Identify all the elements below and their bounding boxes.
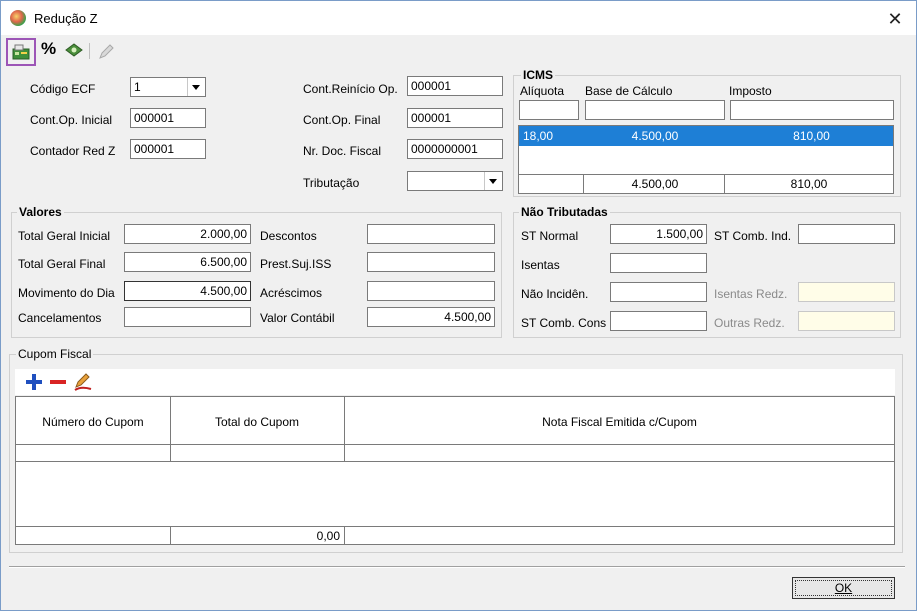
icms-row-aliquota: 18,00	[523, 129, 554, 143]
toolbar: %	[1, 35, 916, 67]
tributacao-select[interactable]	[407, 171, 503, 191]
st-normal-label: ST Normal	[521, 229, 579, 243]
movimento-dia-label: Movimento do Dia	[18, 286, 115, 300]
edit-icon	[74, 373, 92, 391]
add-icon	[26, 374, 42, 390]
window-title: Redução Z	[34, 11, 98, 26]
st-comb-ind-field[interactable]	[798, 224, 895, 244]
outras-redz-label: Outras Redz.	[714, 316, 785, 330]
cancelamentos-field[interactable]	[124, 307, 251, 327]
valor-contabil-field[interactable]: 4.500,00	[367, 307, 495, 327]
table-row[interactable]	[16, 445, 894, 461]
reducao-z-window: Redução Z ✕ % Código ECF 1 Cont.Op. Inic…	[0, 0, 917, 611]
icms-aliquota-input[interactable]	[519, 100, 579, 120]
bottom-divider-highlight	[9, 567, 905, 568]
icms-imposto-input[interactable]	[730, 100, 894, 120]
title-bar: Redução Z ✕	[1, 1, 916, 35]
cupom-footer-total: 0,00	[316, 529, 340, 543]
icms-table: 18,00 4.500,00 810,00 4.500,00 810,00	[518, 125, 894, 194]
st-comb-cons-field[interactable]	[610, 311, 707, 331]
valor-contabil-label: Valor Contábil	[260, 311, 335, 325]
nao-tributadas-title: Não Tributadas	[519, 205, 610, 219]
icms-row-base: 4.500,00	[631, 129, 679, 143]
icms-total-imposto: 810,00	[790, 177, 828, 191]
descontos-label: Descontos	[260, 229, 317, 243]
cont-op-final-label: Cont.Op. Final	[303, 113, 381, 127]
nao-incid-label: Não Incidên.	[521, 287, 589, 301]
movimento-dia-field[interactable]: 4.500,00	[124, 281, 251, 301]
cupom-col-numero[interactable]: Número do Cupom	[16, 415, 170, 429]
st-comb-ind-label: ST Comb. Ind.	[714, 229, 792, 243]
isentas-label: Isentas	[521, 258, 560, 272]
money-button[interactable]	[64, 43, 84, 59]
cont-op-inicial-field[interactable]: 000001	[130, 108, 206, 128]
cupom-col-nota[interactable]: Nota Fiscal Emitida c/Cupom	[345, 415, 894, 429]
cont-op-inicial-label: Cont.Op. Inicial	[30, 113, 113, 127]
isentas-redz-label: Isentas Redz.	[714, 287, 788, 301]
icms-footer-line	[519, 174, 893, 175]
cupom-row-line	[16, 461, 894, 462]
cancelamentos-label: Cancelamentos	[18, 311, 102, 325]
toolbar-separator	[89, 43, 90, 59]
isentas-redz-field	[798, 282, 895, 302]
st-normal-field[interactable]: 1.500,00	[610, 224, 707, 244]
acrescimos-label: Acréscimos	[260, 286, 323, 300]
acrescimos-field[interactable]	[367, 281, 495, 301]
codigo-ecf-value: 1	[134, 80, 141, 94]
chevron-down-icon[interactable]	[484, 172, 502, 190]
app-icon	[10, 10, 26, 26]
icms-col-imposto: Imposto	[729, 84, 772, 98]
cupom-fiscal-title: Cupom Fiscal	[16, 347, 94, 361]
remove-cupom-button[interactable]	[49, 373, 67, 391]
cont-reinicio-field[interactable]: 000001	[407, 76, 503, 96]
codigo-ecf-label: Código ECF	[30, 82, 96, 96]
cupom-col-total[interactable]: Total do Cupom	[170, 415, 344, 429]
cash-register-button[interactable]	[6, 38, 36, 66]
cash-register-icon	[12, 44, 30, 60]
prest-suj-iss-label: Prest.Suj.ISS	[260, 257, 332, 271]
total-geral-inicial-field[interactable]: 2.000,00	[124, 224, 251, 244]
chevron-down-icon[interactable]	[187, 78, 205, 96]
total-geral-final-field[interactable]: 6.500,00	[124, 252, 251, 272]
icms-table-row-selected[interactable]: 18,00 4.500,00 810,00	[519, 126, 893, 146]
cont-reinicio-label: Cont.Reinício Op.	[303, 82, 398, 96]
cupom-toolbar	[15, 369, 895, 395]
cupom-table: Número do Cupom Total do Cupom Nota Fisc…	[15, 396, 895, 545]
pencil-icon	[99, 44, 114, 59]
money-icon	[65, 43, 83, 57]
tributacao-label: Tributação	[303, 176, 360, 190]
icms-title: ICMS	[521, 68, 555, 82]
nr-doc-fiscal-field[interactable]: 0000000001	[407, 139, 503, 159]
nr-doc-fiscal-label: Nr. Doc. Fiscal	[303, 144, 382, 158]
ok-button[interactable]: OK	[792, 577, 895, 599]
cont-op-final-field[interactable]: 000001	[407, 108, 503, 128]
cupom-footer-line	[16, 526, 894, 527]
nao-incid-field[interactable]	[610, 282, 707, 302]
icms-total-base: 4.500,00	[631, 177, 679, 191]
edit-button[interactable]	[97, 43, 115, 61]
percent-button[interactable]: %	[41, 39, 56, 59]
add-cupom-button[interactable]	[25, 373, 43, 391]
icms-col-aliquota: Alíquota	[520, 84, 565, 98]
outras-redz-field	[798, 311, 895, 331]
contador-red-z-label: Contador Red Z	[30, 144, 116, 158]
codigo-ecf-select[interactable]: 1	[130, 77, 206, 97]
total-geral-final-label: Total Geral Final	[18, 257, 106, 271]
ok-label: OK	[834, 581, 853, 595]
icms-base-input[interactable]	[585, 100, 725, 120]
total-geral-inicial-label: Total Geral Inicial	[18, 229, 111, 243]
edit-cupom-button[interactable]	[73, 372, 93, 392]
valores-title: Valores	[17, 205, 64, 219]
icms-col-divider	[583, 174, 584, 193]
contador-red-z-field[interactable]: 000001	[130, 139, 206, 159]
st-comb-cons-label: ST Comb. Cons	[521, 316, 607, 330]
icms-row-imposto: 810,00	[793, 129, 830, 143]
isentas-field[interactable]	[610, 253, 707, 273]
cupom-col-divider	[344, 526, 345, 544]
prest-suj-iss-field[interactable]	[367, 252, 495, 272]
icms-col-base: Base de Cálculo	[585, 84, 673, 98]
descontos-field[interactable]	[367, 224, 495, 244]
close-button[interactable]: ✕	[881, 7, 909, 31]
remove-icon	[50, 380, 66, 384]
